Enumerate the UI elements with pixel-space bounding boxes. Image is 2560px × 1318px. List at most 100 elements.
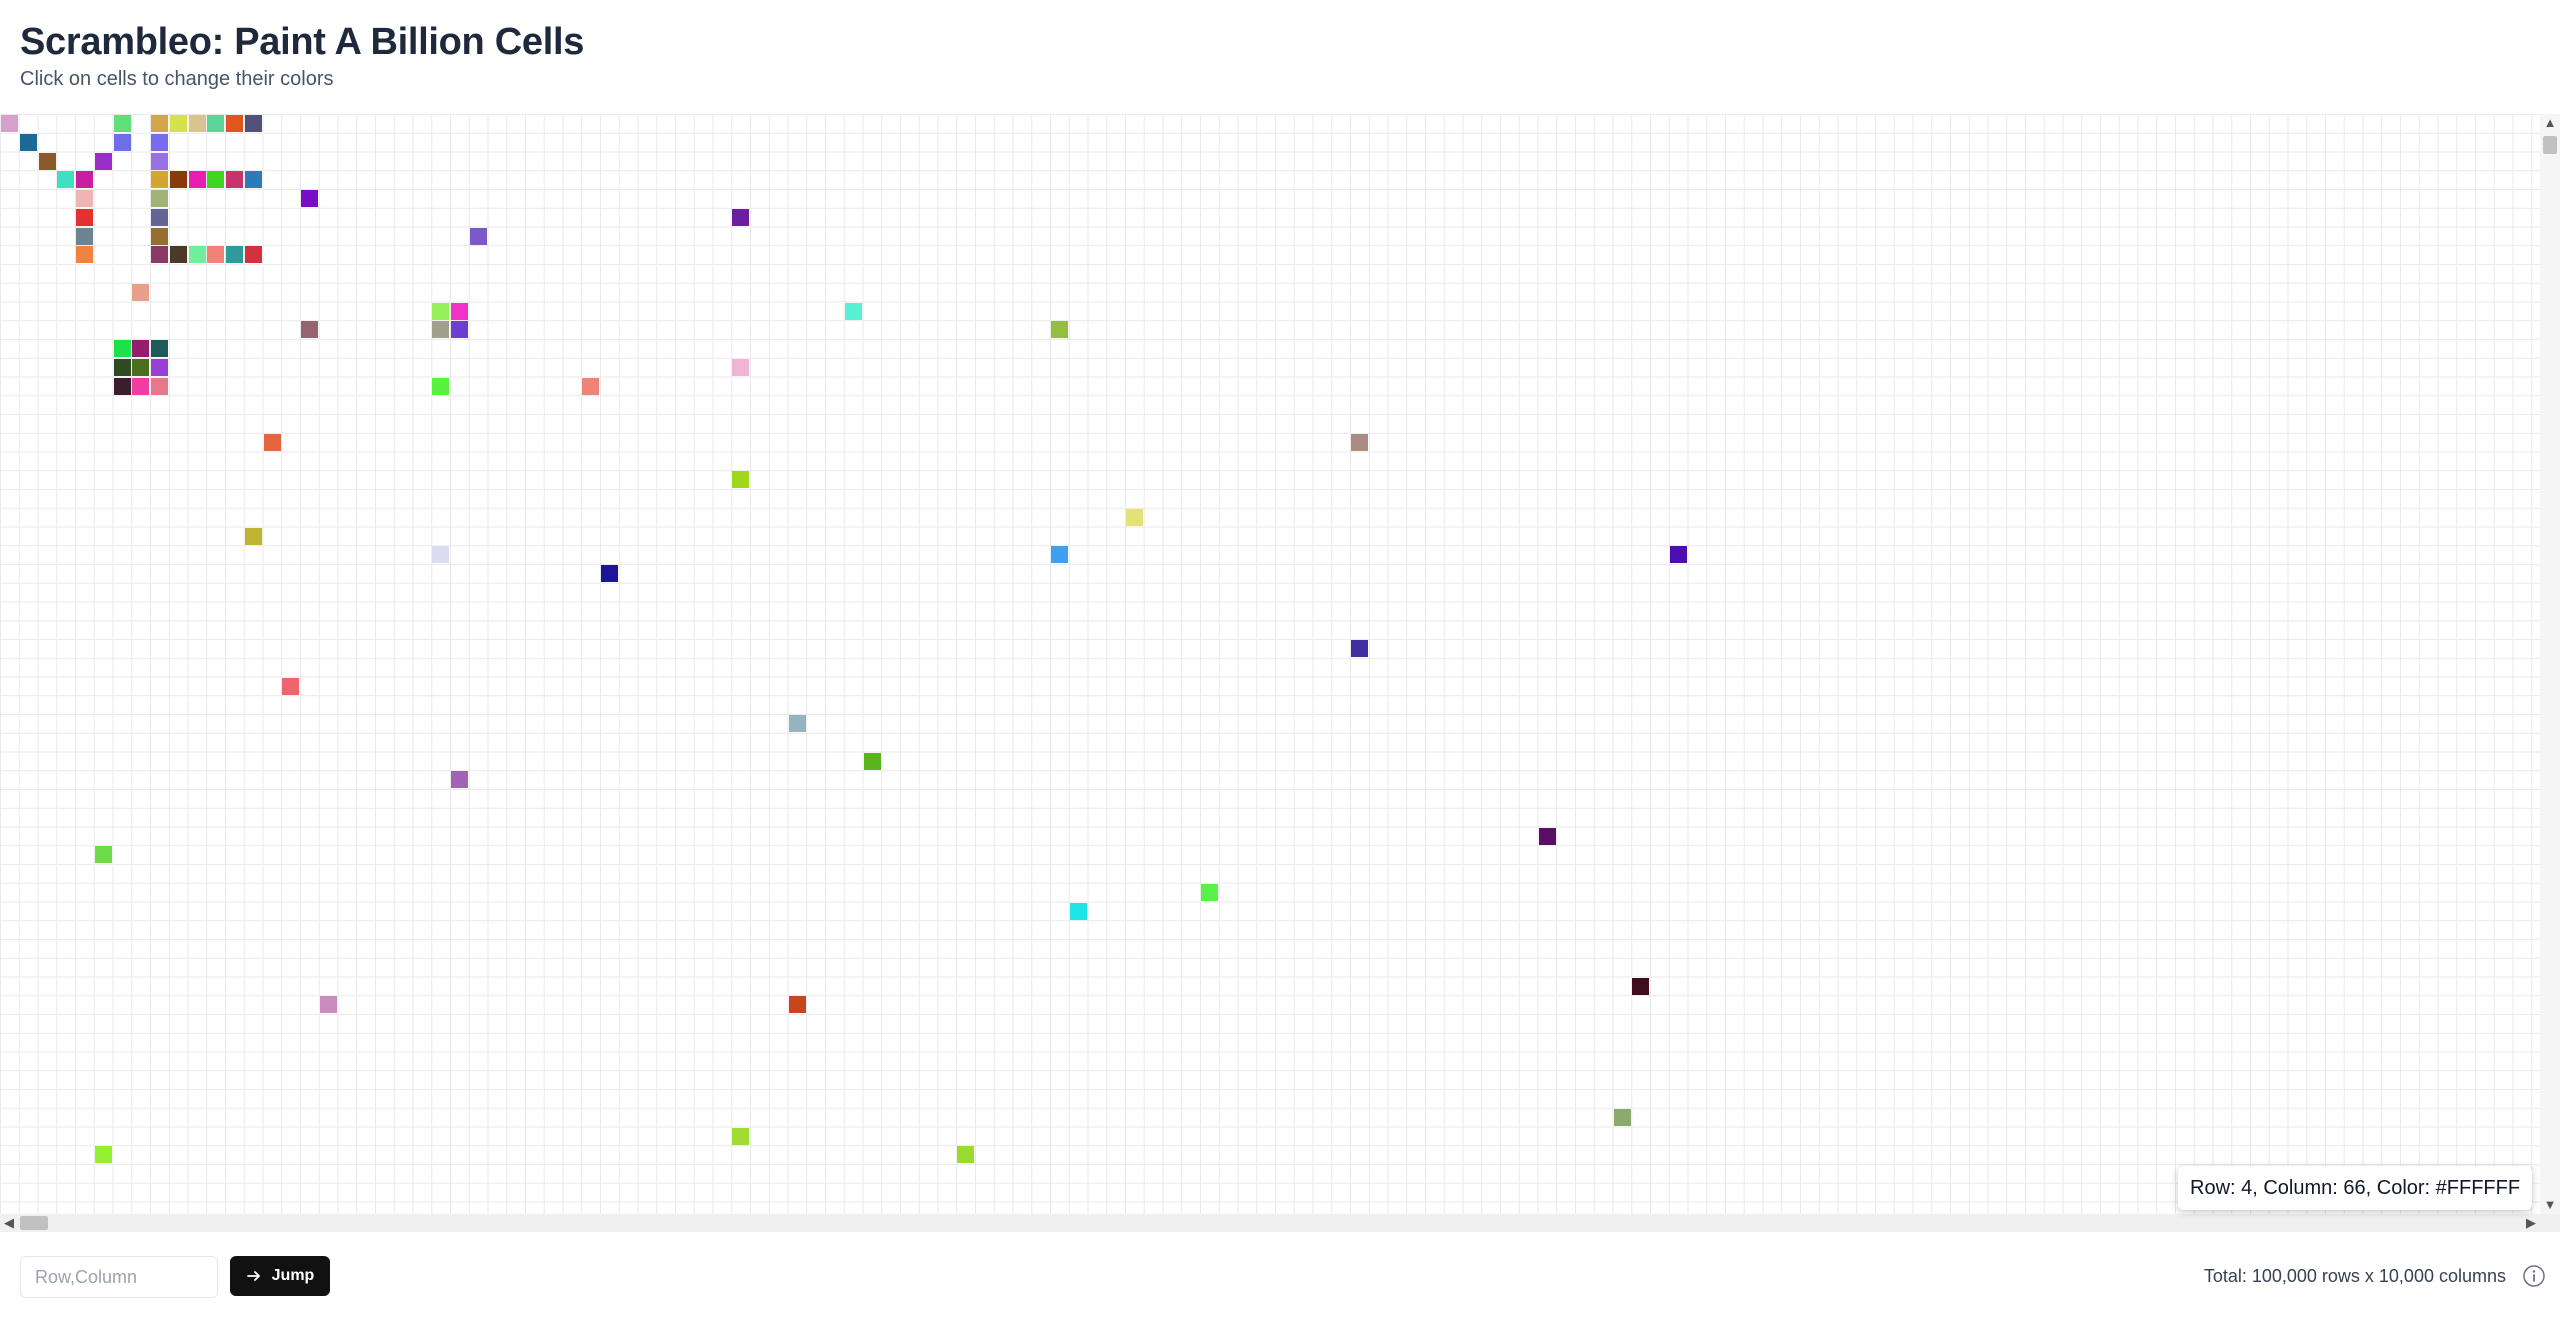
grid-cell[interactable] <box>132 340 150 357</box>
vertical-scrollbar[interactable]: ▲ ▼ <box>2540 114 2560 1214</box>
grid-cell[interactable] <box>151 171 168 189</box>
grid-cell[interactable] <box>132 283 150 301</box>
jump-coordinates-input[interactable] <box>20 1256 218 1298</box>
grid-cell[interactable] <box>151 377 168 395</box>
grid-cell[interactable] <box>113 115 131 132</box>
grid-cell[interactable] <box>132 358 150 376</box>
grid-cell[interactable] <box>432 546 450 564</box>
grid-cell[interactable] <box>732 1127 750 1145</box>
grid-cell[interactable] <box>1669 546 1687 564</box>
grid-cell[interactable] <box>188 115 206 132</box>
grid-cell[interactable] <box>1613 1108 1631 1126</box>
grid-cell[interactable] <box>1201 883 1218 901</box>
grid-cell[interactable] <box>151 246 168 264</box>
grid-cell[interactable] <box>169 115 187 132</box>
grid-cell[interactable] <box>601 565 618 582</box>
grid-cell[interactable] <box>732 208 750 226</box>
info-icon[interactable] <box>2522 1264 2546 1288</box>
grid-cell[interactable] <box>432 302 450 320</box>
grid-cell[interactable] <box>244 115 262 132</box>
grid-cell[interactable] <box>207 171 225 189</box>
grid-cell[interactable] <box>844 302 862 320</box>
chevron-down-icon[interactable]: ▼ <box>2540 1196 2560 1214</box>
grid-cell[interactable] <box>451 302 468 320</box>
grid-cell[interactable] <box>113 340 131 357</box>
grid-cell[interactable] <box>957 1146 975 1164</box>
chevron-up-icon[interactable]: ▲ <box>2540 114 2560 132</box>
grid-cell[interactable] <box>151 227 168 245</box>
grid-cell[interactable] <box>319 996 337 1014</box>
chevron-left-icon[interactable]: ◀ <box>0 1214 18 1232</box>
cell-info-tooltip: Row: 4, Column: 66, Color: #FFFFFF <box>2178 1166 2533 1210</box>
jump-button[interactable]: Jump <box>230 1256 330 1296</box>
horizontal-scroll-thumb[interactable] <box>20 1216 48 1230</box>
grid-cell[interactable] <box>132 377 150 395</box>
grid-cell[interactable] <box>188 246 206 264</box>
grid-cell[interactable] <box>582 377 600 395</box>
grid-cell[interactable] <box>863 752 881 770</box>
grid-cell[interactable] <box>169 246 187 264</box>
grid-cell[interactable] <box>94 1146 112 1164</box>
grid-cell[interactable] <box>226 171 243 189</box>
grid-cell[interactable] <box>1632 977 1650 995</box>
grid-cell[interactable] <box>244 246 262 264</box>
grid-cell[interactable] <box>1 115 18 132</box>
grid-cell[interactable] <box>1351 640 1368 657</box>
grid-cell[interactable] <box>1069 902 1087 920</box>
grid-cell[interactable] <box>57 171 75 189</box>
grid-cell[interactable] <box>113 377 131 395</box>
grid-cell[interactable] <box>469 227 487 245</box>
grid-cell[interactable] <box>19 133 37 151</box>
grid-cell[interactable] <box>151 133 168 151</box>
grid-cell[interactable] <box>76 208 93 226</box>
grid-cell[interactable] <box>1538 827 1556 845</box>
grid-cell[interactable] <box>151 358 168 376</box>
grid-cell[interactable] <box>432 377 450 395</box>
grid-cell[interactable] <box>282 677 300 695</box>
grid-cell[interactable] <box>1051 546 1068 564</box>
scrollbar-corner <box>2540 1214 2560 1232</box>
grid-cell[interactable] <box>226 246 243 264</box>
grid-cell[interactable] <box>76 246 93 264</box>
grid-cell[interactable] <box>207 246 225 264</box>
horizontal-scrollbar[interactable]: ◀ ▶ <box>0 1214 2540 1232</box>
grid-cell[interactable] <box>1051 321 1068 339</box>
grid-cell[interactable] <box>788 996 806 1014</box>
grid-cell[interactable] <box>732 358 750 376</box>
grid-cell[interactable] <box>38 152 56 170</box>
page-subtitle: Click on cells to change their colors <box>20 68 334 90</box>
grid-cell[interactable] <box>151 190 168 207</box>
chevron-right-icon[interactable]: ▶ <box>2522 1214 2540 1232</box>
grid-cell[interactable] <box>151 152 168 170</box>
grid-cell[interactable] <box>113 358 131 376</box>
grid-cell[interactable] <box>151 208 168 226</box>
grid-cell[interactable] <box>732 471 750 489</box>
grid-cell[interactable] <box>76 227 93 245</box>
grid-cell[interactable] <box>1126 508 1143 526</box>
grid-cell[interactable] <box>226 115 243 132</box>
grid-total-size: Total: 100,000 rows x 10,000 columns <box>2203 1266 2506 1286</box>
grid-cell[interactable] <box>263 433 281 451</box>
jump-button-label: Jump <box>271 1267 315 1284</box>
grid-cell[interactable] <box>94 152 112 170</box>
cell-grid[interactable] <box>0 114 2540 1214</box>
grid-cell[interactable] <box>788 715 806 732</box>
grid-cell[interactable] <box>113 133 131 151</box>
grid-cell[interactable] <box>94 846 112 864</box>
grid-cell[interactable] <box>169 171 187 189</box>
grid-cell[interactable] <box>451 321 468 339</box>
grid-cell[interactable] <box>151 340 168 357</box>
grid-cell[interactable] <box>301 190 318 207</box>
grid-cell[interactable] <box>1351 433 1368 451</box>
grid-cell[interactable] <box>76 171 93 189</box>
grid-cell[interactable] <box>76 190 93 207</box>
grid-cell[interactable] <box>151 115 168 132</box>
grid-cell[interactable] <box>207 115 225 132</box>
grid-cell[interactable] <box>188 171 206 189</box>
grid-cell[interactable] <box>301 321 318 339</box>
grid-cell[interactable] <box>244 527 262 545</box>
grid-cell[interactable] <box>432 321 450 339</box>
vertical-scroll-thumb[interactable] <box>2543 136 2557 154</box>
grid-cell[interactable] <box>451 771 468 789</box>
grid-cell[interactable] <box>244 171 262 189</box>
